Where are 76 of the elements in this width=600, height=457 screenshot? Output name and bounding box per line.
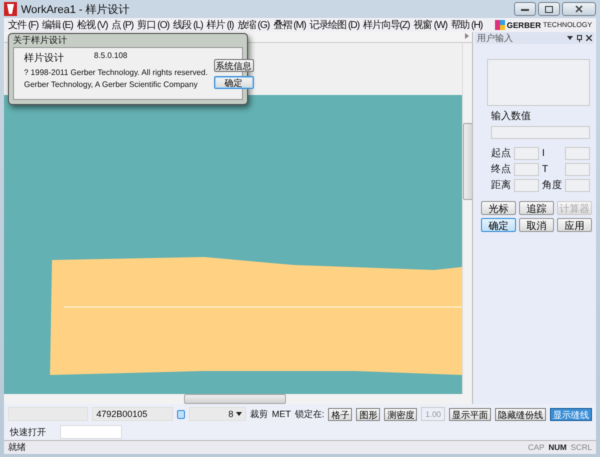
scroll-thumb[interactable] bbox=[463, 123, 473, 200]
status-indicator: CAP bbox=[528, 443, 544, 452]
window-title: WorkArea1 - 样片设计 bbox=[21, 2, 130, 16]
scroll-thumb[interactable] bbox=[184, 394, 286, 404]
dropdown-icon[interactable] bbox=[567, 36, 573, 40]
maximize-button[interactable] bbox=[538, 2, 560, 16]
company-text: Gerber Technology, A Gerber Scientific Company bbox=[24, 80, 199, 89]
minimize-icon bbox=[521, 7, 529, 11]
minimize-button[interactable] bbox=[514, 2, 536, 16]
pin-icon[interactable] bbox=[577, 34, 582, 42]
field-label: T bbox=[542, 164, 550, 174]
close-button[interactable] bbox=[562, 2, 596, 16]
menu-item[interactable]: 编辑 (E) bbox=[42, 18, 73, 32]
brand-name: GERBER bbox=[506, 20, 541, 30]
panel-button[interactable]: 确定 bbox=[481, 218, 516, 232]
product-name: 样片设计 bbox=[24, 52, 64, 65]
input-field[interactable] bbox=[565, 146, 590, 160]
tab-scroll-arrow-icon[interactable] bbox=[464, 32, 470, 40]
menu-item[interactable]: 文件 (F) bbox=[8, 18, 38, 32]
input-field[interactable] bbox=[514, 178, 539, 192]
quick-open-field[interactable] bbox=[60, 425, 122, 439]
menu-item[interactable]: 叠褶 (M) bbox=[273, 18, 306, 32]
lock-button[interactable]: 图形 bbox=[356, 408, 380, 420]
cut-label: 裁剪 bbox=[250, 408, 268, 420]
input-field[interactable] bbox=[565, 162, 590, 176]
lock-button[interactable]: 测密度 bbox=[384, 408, 418, 420]
menu-item[interactable]: 记录绘图 (D) bbox=[310, 18, 360, 32]
input-field[interactable] bbox=[565, 178, 590, 192]
menu-item[interactable]: 检视 (V) bbox=[76, 18, 108, 32]
copyright-text: ? 1998-2011 Gerber Technology. All rights reserved. bbox=[24, 68, 208, 77]
panel-title: 用户输入 bbox=[477, 32, 514, 44]
piece-code-field[interactable]: 4792B00105 bbox=[92, 407, 173, 421]
maximize-icon bbox=[545, 6, 553, 12]
field-label: I bbox=[542, 148, 546, 158]
input-field[interactable] bbox=[514, 146, 539, 160]
dropdown-icon[interactable] bbox=[236, 412, 242, 416]
menu-item[interactable]: 样片 (I) bbox=[206, 18, 234, 32]
app-icon bbox=[4, 2, 17, 16]
panel-button[interactable]: 应用 bbox=[557, 218, 592, 232]
logo-icon bbox=[494, 20, 505, 30]
dialog-button[interactable]: 确定 bbox=[214, 76, 254, 89]
toolbar-icon[interactable] bbox=[176, 410, 186, 418]
input-field[interactable] bbox=[491, 126, 590, 139]
menu-item[interactable]: 剪口 (O) bbox=[137, 18, 170, 32]
menu-item[interactable]: 点 (P) bbox=[112, 18, 134, 32]
close-icon bbox=[575, 5, 583, 13]
unit-label: MET bbox=[272, 409, 291, 419]
menu-item[interactable]: 放缩 (G) bbox=[237, 18, 270, 32]
size-dropdown[interactable]: 8 bbox=[189, 407, 246, 421]
status-text: 就绪 bbox=[8, 441, 26, 454]
lock-label: 锁定在: bbox=[294, 408, 324, 420]
dialog-title: 关于样片设计 bbox=[13, 34, 68, 47]
status-indicator: NUM bbox=[548, 443, 567, 452]
version-text: 8.5.0.108 bbox=[94, 51, 128, 62]
menu-item[interactable]: 样片向导(Z) bbox=[363, 18, 410, 32]
field-label: 起点 bbox=[491, 146, 511, 160]
panel-button[interactable]: 取消 bbox=[519, 218, 554, 232]
empty-field[interactable] bbox=[8, 407, 88, 421]
field-label: 距离 bbox=[491, 178, 511, 192]
input-field[interactable] bbox=[514, 162, 539, 176]
field-label: 角度 bbox=[542, 178, 562, 192]
menu-item[interactable]: 视窗 (W) bbox=[414, 18, 448, 32]
lock-button[interactable]: 格子 bbox=[328, 408, 352, 420]
panel-button[interactable]: 追踪 bbox=[519, 201, 554, 215]
menu-item[interactable]: 帮助 (H) bbox=[451, 18, 482, 32]
menu-item[interactable]: 线段 (L) bbox=[173, 18, 203, 32]
field-label: 终点 bbox=[491, 162, 511, 176]
close-icon[interactable] bbox=[586, 35, 592, 41]
dialog-button[interactable]: 系统信息 bbox=[214, 59, 254, 72]
status-indicator: SCRL bbox=[570, 443, 592, 452]
vertical-scrollbar[interactable] bbox=[462, 43, 473, 394]
panel-button[interactable]: 光标 bbox=[481, 201, 516, 215]
input-label: 输入数值 bbox=[491, 110, 532, 123]
toggle-button[interactable]: 隐藏缝份线 bbox=[494, 408, 546, 420]
quick-open-label: 快速打开 bbox=[10, 426, 46, 438]
toggle-button[interactable]: 显示平面 bbox=[448, 408, 491, 420]
